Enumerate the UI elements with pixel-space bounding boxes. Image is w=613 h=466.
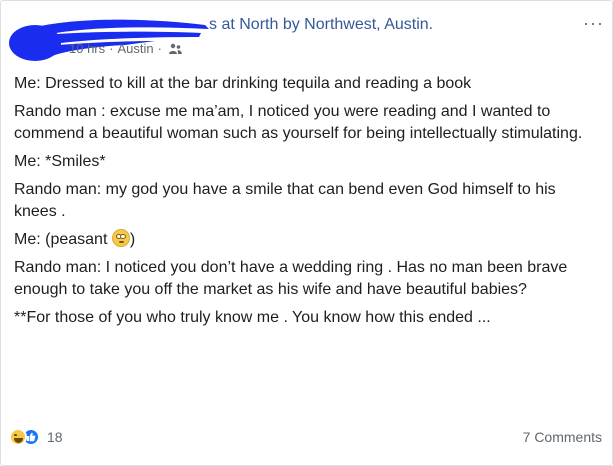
reactions-summary[interactable]: 18 (9, 428, 63, 446)
reaction-count: 18 (47, 429, 63, 445)
meta-separator-2: · (157, 41, 162, 56)
post-paragraph: **For those of you who truly know me . Y… (14, 309, 491, 326)
post-paragraph: Rando man: I noticed you don’t have a we… (14, 259, 568, 298)
post-footer: 18 7 Comments (9, 425, 606, 449)
comments-count-link[interactable]: 7 Comments (523, 429, 602, 445)
post-meta: 10 hrs · Austin · (69, 41, 182, 56)
post-paragraph: Rando man: my god you have a smile that … (14, 181, 556, 220)
friends-audience-icon[interactable] (168, 43, 182, 55)
post-paragraph: Me: *Smiles* (14, 153, 106, 170)
haha-reaction-icon (9, 428, 27, 446)
post-paragraph-peasant: Me: (peasant ) (14, 229, 602, 251)
location-link[interactable]: at North by Northwest, Austin. (221, 16, 433, 33)
post-header: s at North by Northwest, Austin. 10 hrs … (9, 9, 606, 65)
post-paragraph: Me: Dressed to kill at the bar drinking … (14, 75, 472, 92)
eye-roll-emoji-icon (111, 229, 130, 247)
post-paragraph: Rando man : excuse me ma’am, I noticed y… (14, 103, 583, 142)
place-link[interactable]: Austin (117, 41, 153, 56)
more-options-button[interactable]: ··· (583, 13, 604, 34)
post-body: Me: Dressed to kill at the bar drinking … (14, 73, 602, 335)
post-timestamp[interactable]: 10 hrs (69, 41, 105, 56)
facebook-post: s at North by Northwest, Austin. 10 hrs … (0, 0, 613, 466)
peasant-suffix: ) (129, 231, 136, 248)
author-location-line: s at North by Northwest, Austin. (209, 16, 433, 34)
meta-separator: · (109, 41, 114, 56)
peasant-prefix: Me: (peasant (14, 231, 112, 248)
author-name-suffix[interactable]: s (209, 16, 217, 33)
